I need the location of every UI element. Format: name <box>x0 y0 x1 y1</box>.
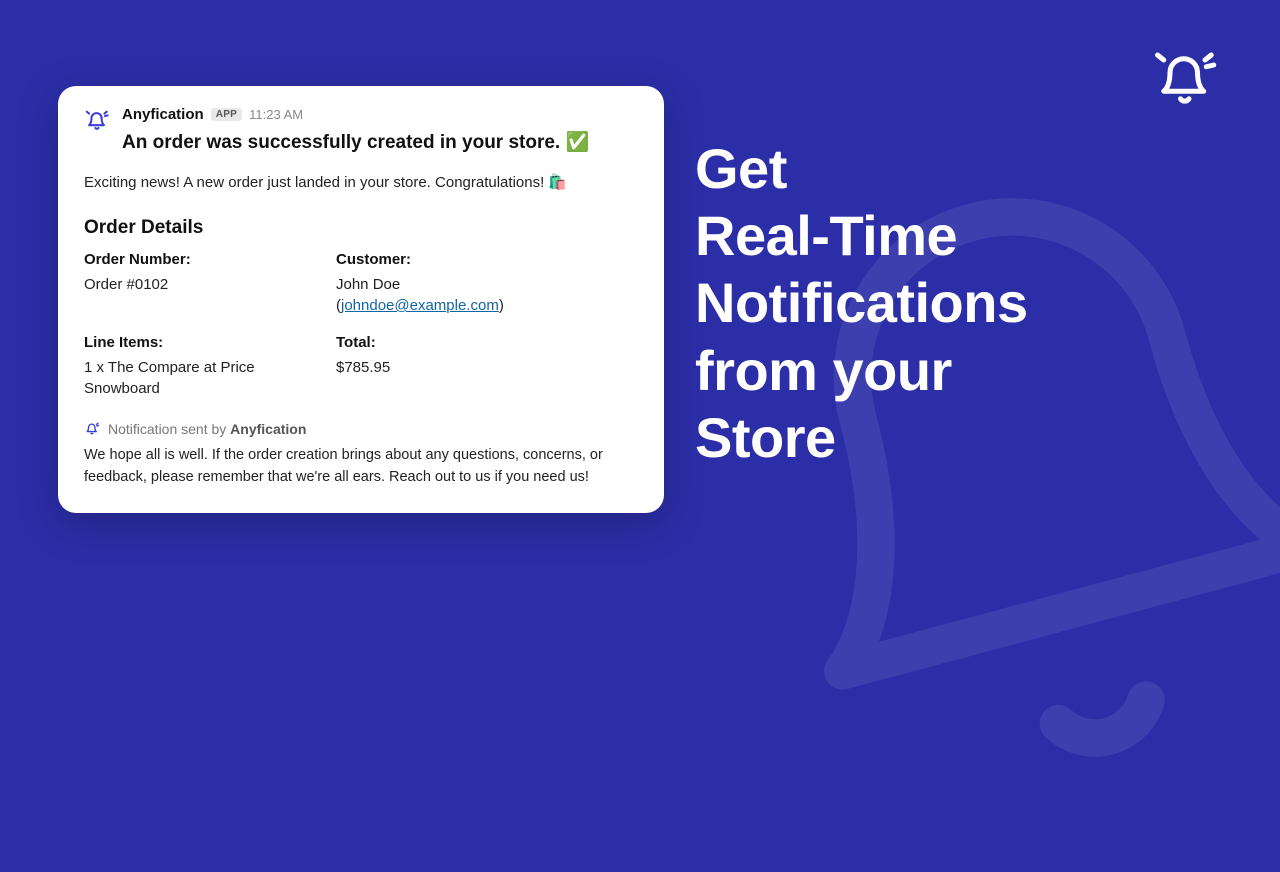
total-value: $785.95 <box>336 357 638 378</box>
order-number-value: Order #0102 <box>84 274 336 295</box>
bell-icon <box>1150 45 1220 115</box>
line-items-label: Line Items: <box>84 334 336 351</box>
total-label: Total: <box>336 334 638 351</box>
customer-value: John Doe (johndoe@example.com) <box>336 274 638 316</box>
footer-text: We hope all is well. If the order creati… <box>84 445 638 489</box>
customer-email-link[interactable]: johndoe@example.com <box>341 297 499 314</box>
order-details-heading: Order Details <box>84 217 638 239</box>
message-intro: Exciting news! A new order just landed i… <box>84 172 638 193</box>
notification-card: Anyfication APP 11:23 AM An order was su… <box>58 86 664 513</box>
app-badge: APP <box>211 108 242 121</box>
message-timestamp: 11:23 AM <box>249 107 303 122</box>
line-items-value: 1 x The Compare at Price Snowboard <box>84 357 304 399</box>
small-bell-icon <box>84 421 100 437</box>
footer-attribution: Notification sent by Anyfication <box>84 421 638 437</box>
order-number-label: Order Number: <box>84 251 336 268</box>
customer-label: Customer: <box>336 251 638 268</box>
page-headline: Get Real-Time Notifications from your St… <box>695 135 1028 471</box>
message-title: An order was successfully created in you… <box>122 130 638 154</box>
app-bell-icon <box>84 108 110 134</box>
app-name: Anyfication <box>122 106 204 123</box>
